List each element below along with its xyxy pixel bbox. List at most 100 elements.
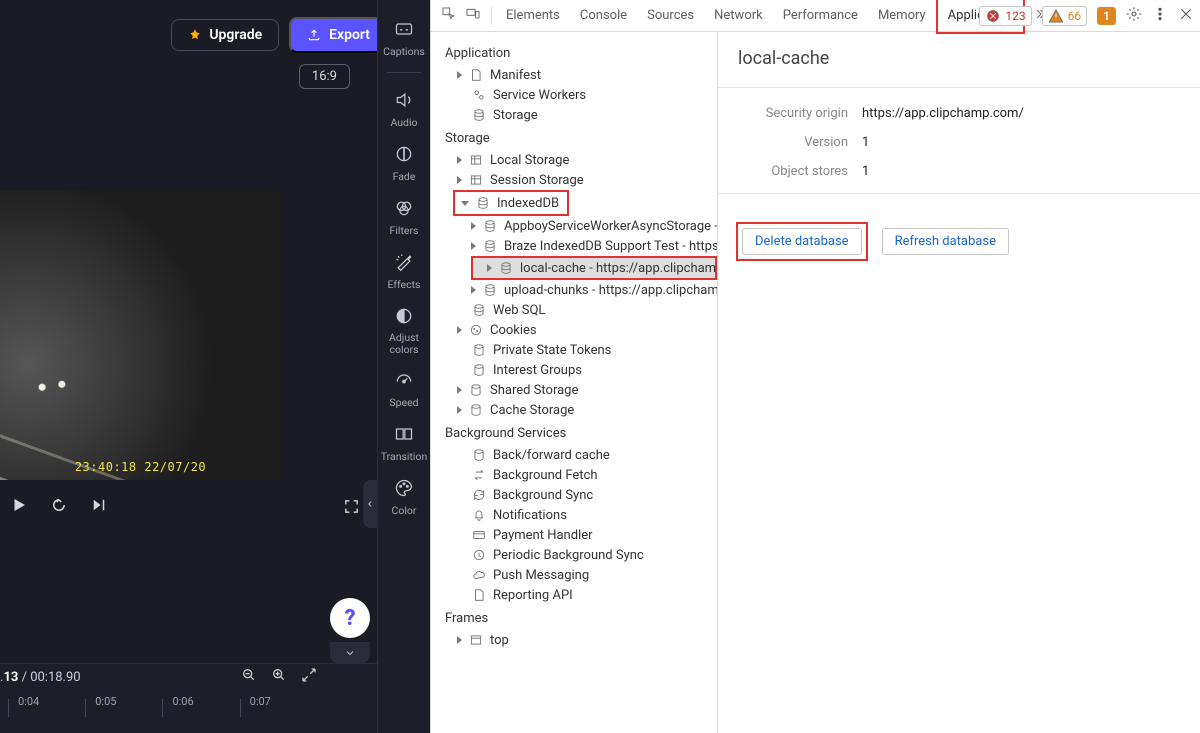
- timeline-ruler: 0:04 0:05 0:06 0:07: [0, 695, 360, 725]
- item-manifest[interactable]: Manifest: [431, 65, 717, 85]
- zoom-out-icon[interactable]: [241, 667, 257, 687]
- item-indexeddb-highlighted: IndexedDB: [453, 190, 569, 216]
- item-interest-groups[interactable]: Interest Groups: [431, 360, 717, 380]
- inspect-icon[interactable]: [441, 6, 457, 26]
- tab-memory[interactable]: Memory: [868, 0, 936, 32]
- database-icon: [483, 283, 497, 297]
- idb-local-cache-highlighted: local-cache - https://app.clipchamp.com/: [471, 256, 717, 280]
- item-web-sql[interactable]: Web SQL: [431, 300, 717, 320]
- tool-fade[interactable]: Fade: [393, 143, 416, 183]
- database-icon: [499, 261, 513, 275]
- tool-filters[interactable]: Filters: [390, 197, 419, 237]
- tab-elements[interactable]: Elements: [496, 0, 570, 32]
- play-icon[interactable]: [10, 496, 28, 518]
- item-private-state-tokens[interactable]: Private State Tokens: [431, 340, 717, 360]
- item-session-storage[interactable]: Session Storage: [431, 170, 717, 190]
- zoom-fit-icon[interactable]: [301, 667, 317, 687]
- speed-icon: [393, 369, 415, 391]
- item-bf-cache[interactable]: Back/forward cache: [431, 445, 717, 465]
- aspect-ratio-badge[interactable]: 16:9: [299, 64, 350, 89]
- tool-speed[interactable]: Speed: [389, 369, 418, 409]
- database-icon: [472, 303, 486, 317]
- captions-icon: [393, 18, 415, 40]
- value-security-origin: https://app.clipchamp.com/: [862, 106, 1024, 121]
- right-tool-sidebar: Captions Audio Fade Filters Effects Adju…: [377, 0, 430, 733]
- collapse-sidebar-tab[interactable]: [363, 480, 377, 528]
- detail-title: local-cache: [738, 48, 1182, 69]
- tab-console[interactable]: Console: [570, 0, 637, 32]
- section-bg-services: Background Services: [431, 420, 717, 445]
- item-local-storage[interactable]: Local Storage: [431, 150, 717, 170]
- indexeddb-detail-pane: local-cache Security originhttps://app.c…: [718, 32, 1200, 733]
- video-preview[interactable]: 23:40:18 22/07/20: [0, 190, 281, 480]
- tab-sources[interactable]: Sources: [637, 0, 704, 32]
- tool-captions[interactable]: Captions: [383, 18, 425, 58]
- item-payment-handler[interactable]: Payment Handler: [431, 525, 717, 545]
- devtools-tabbar: Elements Console Sources Network Perform…: [431, 0, 1200, 32]
- item-bg-fetch[interactable]: Background Fetch: [431, 465, 717, 485]
- skip-forward-icon[interactable]: [90, 496, 108, 518]
- item-storage[interactable]: Storage: [431, 105, 717, 125]
- delete-database-highlighted: Delete database: [736, 222, 868, 261]
- video-editor-pane: Upgrade Export 16:9 23:40:18 22/07/20 ?: [0, 0, 430, 733]
- settings-icon[interactable]: [1126, 6, 1142, 26]
- devtools-panel: Elements Console Sources Network Perform…: [430, 0, 1200, 733]
- expand-timeline-button[interactable]: [330, 642, 370, 664]
- item-reporting-api[interactable]: Reporting API: [431, 585, 717, 605]
- tab-network[interactable]: Network: [704, 0, 773, 32]
- item-shared-storage[interactable]: Shared Storage: [431, 380, 717, 400]
- help-button[interactable]: ?: [330, 598, 370, 638]
- tool-adjust-colors[interactable]: Adjust colors: [378, 305, 430, 355]
- idb-local-cache[interactable]: local-cache - https://app.clipchamp.com/: [473, 258, 715, 278]
- fullscreen-icon[interactable]: [343, 498, 360, 519]
- application-sidebar-tree[interactable]: Application Manifest Service Workers Sto…: [431, 32, 718, 733]
- database-icon: [469, 383, 483, 397]
- delete-database-button[interactable]: Delete database: [742, 228, 862, 255]
- value-object-stores: 1: [862, 164, 869, 179]
- tab-performance[interactable]: Performance: [773, 0, 868, 32]
- device-toggle-icon[interactable]: [465, 6, 481, 26]
- window-icon: [469, 633, 483, 647]
- file-icon: [469, 68, 483, 82]
- close-devtools-icon[interactable]: [1178, 6, 1194, 26]
- label-object-stores: Object stores: [736, 164, 848, 179]
- issues-count-badge[interactable]: 1: [1097, 7, 1116, 25]
- idb-braze[interactable]: Braze IndexedDB Support Test - https://a…: [431, 236, 717, 256]
- zoom-in-icon[interactable]: [271, 667, 287, 687]
- database-icon: [469, 403, 483, 417]
- item-cache-storage[interactable]: Cache Storage: [431, 400, 717, 420]
- item-notifications[interactable]: Notifications: [431, 505, 717, 525]
- tool-effects[interactable]: Effects: [388, 251, 421, 291]
- idb-appboy[interactable]: AppboyServiceWorkerAsyncStorage - https:…: [431, 216, 717, 236]
- table-icon: [469, 153, 483, 167]
- database-icon: [476, 196, 490, 210]
- tool-color[interactable]: Color: [392, 477, 417, 517]
- preview-timestamp-overlay: 23:40:18 22/07/20: [0, 460, 281, 474]
- database-icon: [483, 239, 497, 253]
- table-icon: [469, 173, 483, 187]
- item-periodic-bg-sync[interactable]: Periodic Background Sync: [431, 545, 717, 565]
- audio-icon: [393, 89, 415, 111]
- item-frame-top[interactable]: top: [431, 630, 717, 650]
- more-icon[interactable]: [1152, 6, 1168, 26]
- database-icon: [472, 343, 486, 357]
- file-icon: [472, 588, 486, 602]
- time-readout: .13 / 00:18.90: [0, 670, 81, 685]
- tool-audio[interactable]: Audio: [390, 89, 417, 129]
- adjust-colors-icon: [393, 305, 415, 327]
- sync-icon: [472, 488, 486, 502]
- item-bg-sync[interactable]: Background Sync: [431, 485, 717, 505]
- item-service-workers[interactable]: Service Workers: [431, 85, 717, 105]
- cloud-icon: [472, 568, 486, 582]
- idb-upload-chunks[interactable]: upload-chunks - https://app.clipchamp.co…: [431, 280, 717, 300]
- value-version: 1: [862, 135, 869, 150]
- upgrade-button[interactable]: Upgrade: [171, 19, 279, 51]
- refresh-database-button[interactable]: Refresh database: [882, 228, 1009, 255]
- item-cookies[interactable]: Cookies: [431, 320, 717, 340]
- item-indexeddb[interactable]: IndexedDB: [457, 193, 565, 213]
- error-count-badge[interactable]: 123: [979, 6, 1031, 26]
- item-push-messaging[interactable]: Push Messaging: [431, 565, 717, 585]
- warning-count-badge[interactable]: 66: [1042, 6, 1088, 26]
- skip-back-icon[interactable]: [50, 496, 68, 518]
- tool-transition[interactable]: Transition: [381, 423, 428, 463]
